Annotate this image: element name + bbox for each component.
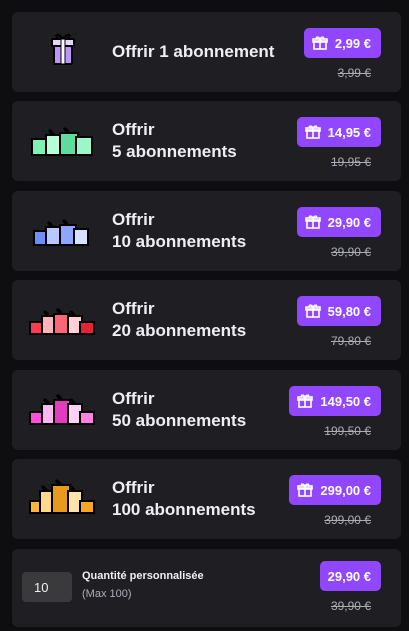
gift-sub-options-list: Offrir 1 abonnement 2,99 € 3,99 € Offrir… xyxy=(0,0,409,631)
gift-option-50: Offrir 50 abonnements 149,50 € 199,50 € xyxy=(12,370,401,450)
single-gift-icon xyxy=(26,28,98,74)
gift-option-title: Offrir 50 abonnements xyxy=(112,389,247,430)
custom-price-button[interactable]: 29,90 € xyxy=(319,561,381,591)
gift-option-title: Offrir 100 abonnements xyxy=(112,478,256,519)
custom-quantity-label: Quantité personnalisée xyxy=(82,570,204,582)
gift-price-button[interactable]: 29,90 € xyxy=(296,207,381,237)
gift-icon xyxy=(304,125,321,139)
gift-option-5: Offrir 5 abonnements 14,95 € 19,95 € xyxy=(12,101,401,181)
old-price: 3,99 € xyxy=(337,66,371,80)
old-price: 199,50 € xyxy=(324,424,371,438)
gift-icon xyxy=(312,36,328,50)
gift-option-title: Offrir 5 abonnements xyxy=(112,120,237,161)
gift-price-button[interactable]: 149,50 € xyxy=(289,386,381,416)
gift-option-20: Offrir 20 abonnements 59,80 € 79,80 € xyxy=(12,280,401,360)
gift-price-button[interactable]: 59,80 € xyxy=(296,296,381,326)
old-price: 399,00 € xyxy=(324,513,371,527)
gift-pile-red-icon xyxy=(26,296,98,342)
gift-icon xyxy=(304,215,321,229)
gift-option-title: Offrir 20 abonnements xyxy=(112,299,247,340)
gift-option-100: Offrir 100 abonnements 299,00 € 399,00 € xyxy=(12,459,401,539)
old-price: 19,95 € xyxy=(330,155,371,169)
gift-pile-pink-icon xyxy=(26,386,98,432)
gift-pile-gold-icon xyxy=(26,475,98,521)
gift-option-title: Offrir 1 abonnement xyxy=(112,42,275,61)
gift-icon xyxy=(297,483,314,497)
custom-quantity-max: (Max 100) xyxy=(82,588,132,600)
gift-icon xyxy=(297,394,314,408)
gift-option-1: Offrir 1 abonnement 2,99 € 3,99 € xyxy=(12,12,401,92)
old-price: 39,90 € xyxy=(330,599,371,613)
quantity-input[interactable] xyxy=(22,572,72,602)
old-price: 79,80 € xyxy=(330,334,371,348)
old-price: 39,90 € xyxy=(330,245,371,259)
gift-option-10: Offrir 10 abonnements 29,90 € 39,90 € xyxy=(12,191,401,271)
gift-price-button[interactable]: 14,95 € xyxy=(296,117,381,147)
gift-price-button[interactable]: 2,99 € xyxy=(303,28,381,58)
gift-option-title: Offrir 10 abonnements xyxy=(112,210,247,251)
gift-pile-blue-icon xyxy=(26,207,98,253)
custom-quantity-option: Quantité personnalisée (Max 100) 29,90 €… xyxy=(12,549,401,627)
gift-pile-green-icon xyxy=(26,117,98,163)
gift-price-button[interactable]: 299,00 € xyxy=(289,475,381,505)
gift-icon xyxy=(304,304,321,318)
